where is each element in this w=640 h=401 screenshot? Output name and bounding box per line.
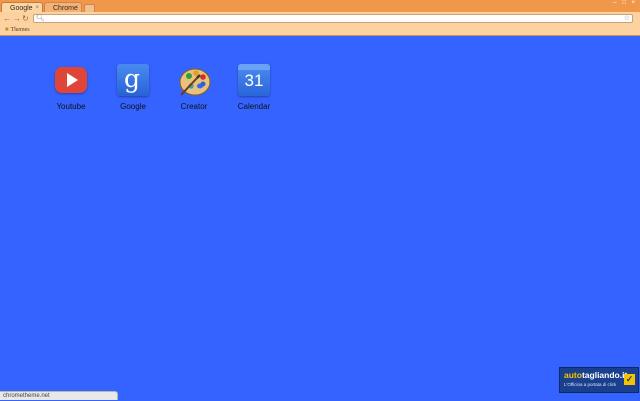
checkmark-icon: ✓: [624, 374, 635, 385]
ad-tagline: L'Officina a portata di click: [564, 382, 617, 387]
calendar-icon: 31: [237, 64, 271, 98]
star-icon[interactable]: ☆: [624, 14, 630, 22]
bookmark-themes[interactable]: ■ Themes: [5, 25, 30, 35]
bookmark-label: Themes: [10, 27, 30, 33]
reload-icon[interactable]: ↻: [22, 14, 29, 23]
autotagliando-badge[interactable]: autotagliando.it L'Officina a portata di…: [559, 367, 639, 393]
palette-icon: [177, 64, 211, 98]
youtube-icon: [54, 64, 88, 98]
app-label: Google: [120, 102, 146, 111]
google-icon: g: [116, 64, 150, 98]
tab-title: Google: [10, 5, 33, 12]
app-label: Youtube: [56, 102, 86, 111]
search-icon: 🔍︎: [36, 15, 45, 22]
app-label: Creator: [180, 102, 208, 111]
browser-frame: Google × Chrome × – □ × ← → ↻ 🔍︎ ☆ ■ Them…: [0, 0, 640, 36]
forward-arrow-icon[interactable]: →: [13, 14, 21, 23]
toolbar: ← → ↻ 🔍︎ ☆: [0, 12, 640, 25]
back-arrow-icon[interactable]: ←: [3, 14, 11, 23]
ad-brand: autotagliando.it: [564, 370, 628, 380]
bookmarks-bar: ■ Themes: [0, 25, 640, 36]
app-label: Calendar: [237, 102, 271, 111]
tab-strip: Google × Chrome × – □ ×: [0, 0, 640, 13]
status-bar: chrometheme.net: [0, 391, 118, 400]
app-youtube[interactable]: Youtube: [41, 64, 101, 111]
app-creator[interactable]: Creator: [164, 64, 224, 111]
folder-icon: ■: [5, 27, 9, 33]
omnibox[interactable]: 🔍︎ ☆: [33, 14, 633, 23]
app-google[interactable]: g Google: [103, 64, 163, 111]
window-controls[interactable]: – □ ×: [613, 0, 637, 6]
app-calendar[interactable]: 31 Calendar: [224, 64, 284, 111]
